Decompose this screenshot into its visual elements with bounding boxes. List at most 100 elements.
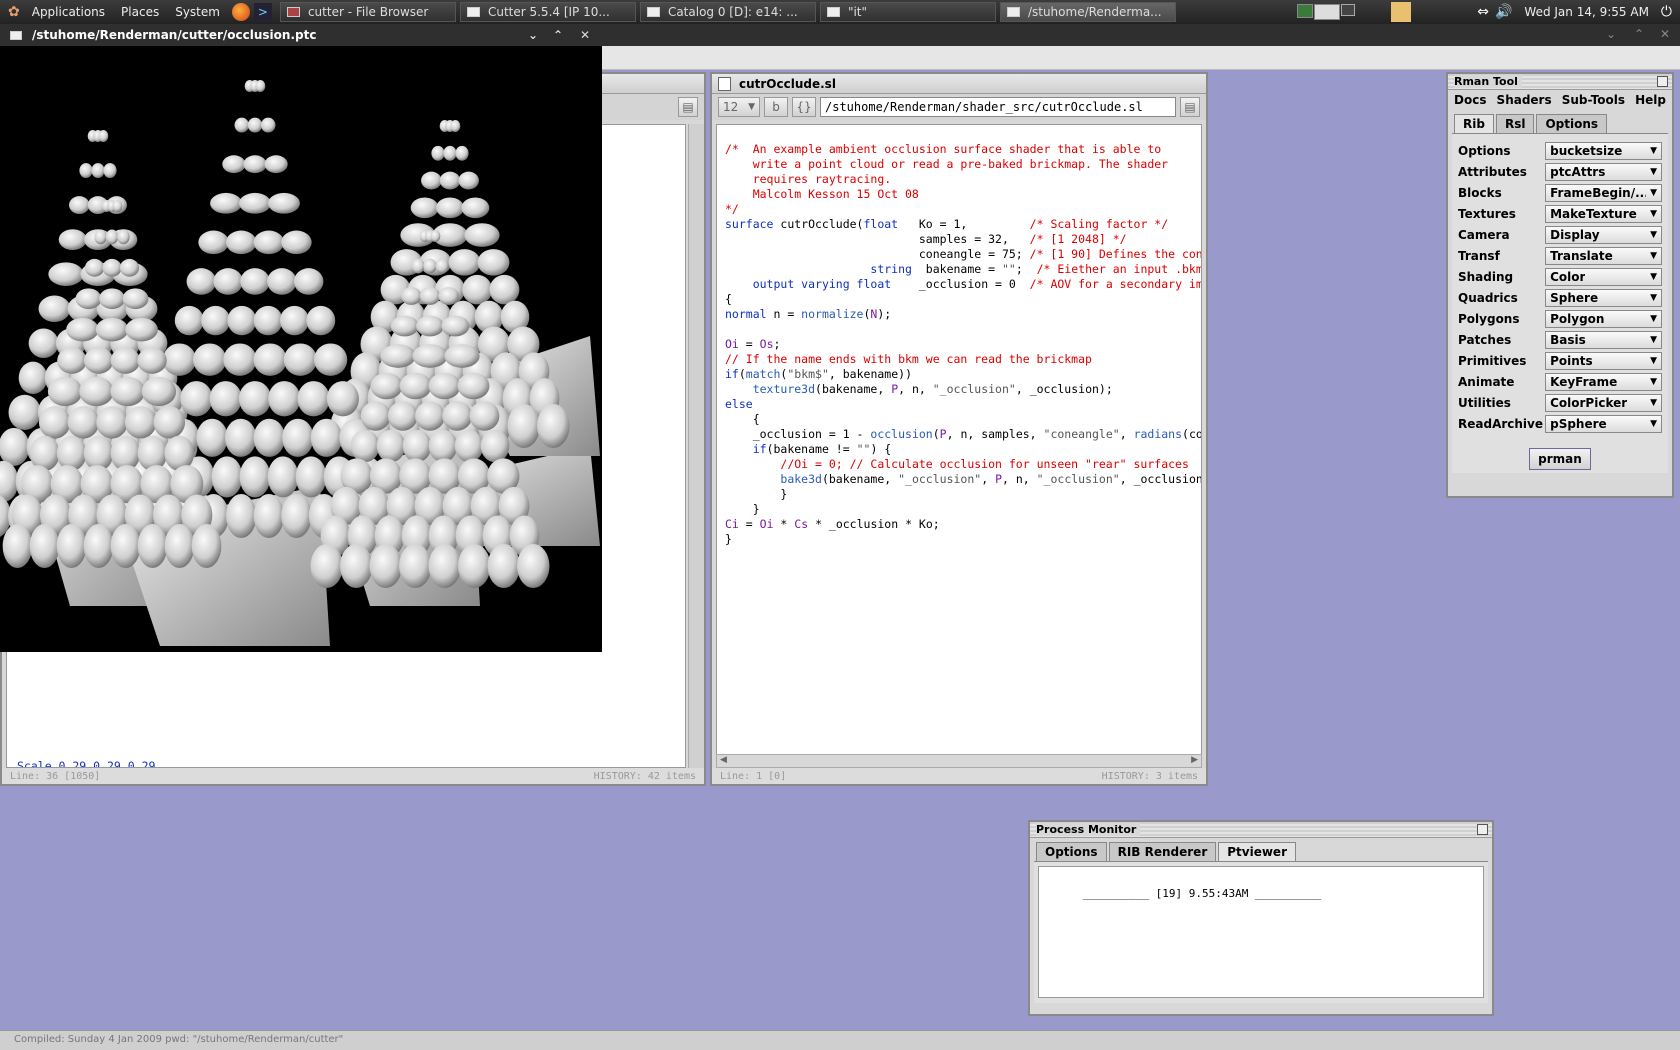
scroll-left-icon[interactable]: ◀ <box>720 755 727 767</box>
close-icon[interactable]: ✕ <box>580 28 590 42</box>
rman-row-select[interactable]: pSphere ▼ <box>1545 414 1662 433</box>
rman-menubar: Docs Shaders Sub-Tools Help <box>1448 90 1672 110</box>
occlusion-render-image[interactable] <box>0 46 602 652</box>
rib-vscroll[interactable] <box>688 124 704 768</box>
rman-row-select[interactable]: Display ▼ <box>1545 225 1662 244</box>
shader-editor-window: cutrOcclude.sl 12 ▼ b {} /stuhome/Renderm… <box>710 72 1208 786</box>
tree-lobe <box>29 524 60 568</box>
minimize-icon[interactable]: ⌄ <box>528 28 538 42</box>
rman-row-select[interactable]: Translate ▼ <box>1545 246 1662 265</box>
tree-lobe <box>370 372 403 400</box>
task-file-browser[interactable]: cutter - File Browser <box>279 2 456 22</box>
tree-lobe <box>83 524 114 568</box>
sub-tools-menu[interactable]: Sub-Tools <box>1562 93 1625 107</box>
tree-lobe <box>411 258 425 274</box>
tree-lobe <box>469 401 500 431</box>
task-it[interactable]: "it" <box>819 2 996 22</box>
shader-code-area[interactable]: /* An example ambient occlusion surface … <box>716 124 1202 762</box>
clock[interactable]: Wed Jan 14, 9:55 AM <box>1524 5 1649 19</box>
rman-row-select[interactable]: ptcAttrs ▼ <box>1545 162 1662 181</box>
maximize-icon[interactable] <box>1477 824 1488 835</box>
tab-rib[interactable]: Rib <box>1454 114 1494 133</box>
doc-icon[interactable]: ▤ <box>678 97 698 117</box>
window-menu-icon[interactable] <box>10 30 22 40</box>
rman-row-select[interactable]: FrameBegin/... ▼ <box>1545 183 1662 202</box>
rman-row-select[interactable]: Basis ▼ <box>1545 330 1662 349</box>
task-cutter[interactable]: Cutter 5.5.4 [IP 10... <box>459 2 636 22</box>
maximize-icon[interactable]: ⌃ <box>1634 27 1644 41</box>
doc-icon[interactable]: ▤ <box>1180 97 1200 117</box>
docs-menu[interactable]: Docs <box>1454 93 1486 107</box>
tab-options[interactable]: Options <box>1536 114 1608 133</box>
font-size-select[interactable]: 12 ▼ <box>718 97 760 117</box>
tree-lobe <box>537 404 570 448</box>
rman-row-readarchive: ReadArchive pSphere ▼ <box>1452 413 1668 434</box>
minimize-icon[interactable]: ⌄ <box>1606 27 1616 41</box>
braces-button[interactable]: {} <box>792 97 816 117</box>
tree-lobe <box>137 435 168 471</box>
scroll-right-icon[interactable]: ▶ <box>1191 755 1198 767</box>
tree-lobe <box>423 258 437 274</box>
rman-row-select[interactable]: Points ▼ <box>1545 351 1662 370</box>
tree-lobe <box>380 344 416 368</box>
task-stuhome[interactable]: /stuhome/Renderma... <box>999 2 1176 22</box>
tree-cluster <box>0 80 600 646</box>
rman-row-select[interactable]: Color ▼ <box>1545 267 1662 286</box>
tree-lobe <box>223 343 257 376</box>
maximize-icon[interactable] <box>1657 76 1668 87</box>
rman-row-value: bucketsize <box>1550 143 1623 158</box>
maximize-icon[interactable]: ⌃ <box>553 28 563 42</box>
rman-row-value: Sphere <box>1550 290 1599 305</box>
tab-ptviewer[interactable]: Ptviewer <box>1218 842 1296 861</box>
tree-lobe <box>95 317 129 342</box>
volume-icon[interactable]: 🔊 <box>1495 4 1512 20</box>
rman-row-select[interactable]: Polygon ▼ <box>1545 309 1662 328</box>
cutter-status-bar: Compiled: Sunday 4 Jan 2009 pwd: "/stuho… <box>0 1030 1680 1050</box>
close-icon[interactable]: ✕ <box>1660 27 1670 41</box>
firefox-icon[interactable] <box>231 3 250 21</box>
workspace-switcher[interactable] <box>1297 4 1356 20</box>
tab-options[interactable]: Options <box>1036 842 1107 861</box>
bold-button[interactable]: b <box>764 97 788 117</box>
tree-lobe <box>412 344 448 368</box>
process-log[interactable]: __________ [19] 9.55:43AM __________ <box>1038 866 1484 998</box>
workspace-1[interactable] <box>1297 4 1314 18</box>
compiled-status: Compiled: Sunday 4 Jan 2009 pwd: "/stuho… <box>14 1034 344 1045</box>
rman-row-select[interactable]: KeyFrame ▼ <box>1545 372 1662 391</box>
tree-lobe <box>84 258 105 277</box>
task-catalog[interactable]: Catalog 0 [D]: e14: ... <box>639 2 816 22</box>
rman-row-select[interactable]: Sphere ▼ <box>1545 288 1662 307</box>
tree-lobe <box>240 268 270 295</box>
tree-lobe <box>281 230 312 255</box>
rman-row-select[interactable]: MakeTexture ▼ <box>1545 204 1662 223</box>
rman-row-select[interactable]: bucketsize ▼ <box>1545 141 1662 160</box>
terminal-icon[interactable]: > <box>253 3 272 21</box>
tree-lobe <box>112 200 123 212</box>
help-menu[interactable]: Help <box>1635 93 1666 107</box>
system-menu[interactable]: System <box>167 5 228 19</box>
workspace-3[interactable] <box>1341 4 1356 16</box>
window-icon <box>286 7 300 17</box>
places-menu[interactable]: Places <box>113 5 167 19</box>
tab-rsl[interactable]: Rsl <box>1495 114 1535 133</box>
rman-row-select[interactable]: ColorPicker ▼ <box>1545 393 1662 412</box>
shaders-menu[interactable]: Shaders <box>1497 93 1552 107</box>
tree-lobe <box>462 274 493 305</box>
shader-path-field[interactable]: /stuhome/Renderman/shader_src/cutrOcclud… <box>820 97 1176 117</box>
workspace-2[interactable] <box>1314 4 1341 20</box>
tree-lobe <box>75 288 102 310</box>
power-icon[interactable]: ⏻ <box>1661 4 1672 20</box>
prman-button[interactable]: prman <box>1529 448 1591 470</box>
tree-lobe <box>18 361 48 394</box>
tree-lobe <box>79 163 93 178</box>
render-image <box>0 80 600 646</box>
notes-icon[interactable] <box>1391 2 1412 22</box>
gnome-foot-icon[interactable]: ✿ <box>8 4 20 20</box>
shader-hscroll[interactable]: ◀ ▶ <box>716 754 1202 768</box>
tree-lobe <box>268 192 300 214</box>
applications-menu[interactable]: Applications <box>24 5 113 19</box>
tab-rib-renderer[interactable]: RIB Renderer <box>1108 842 1217 861</box>
tree-lobe <box>376 429 406 463</box>
tree-lobe <box>0 427 30 466</box>
network-icon[interactable]: ⇔ <box>1477 4 1489 20</box>
